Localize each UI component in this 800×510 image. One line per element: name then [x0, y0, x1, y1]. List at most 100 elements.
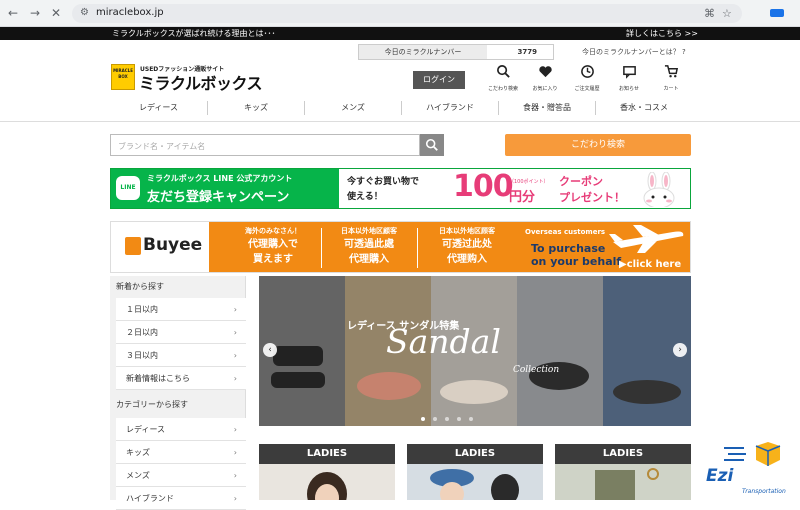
carousel-dot[interactable] — [457, 417, 461, 421]
buyee-col-small: 海外のみなさん！ — [245, 227, 301, 235]
card-label: LADIES — [407, 444, 543, 464]
advanced-search-button[interactable]: こだわり検索 — [505, 134, 691, 156]
chevron-right-icon: › — [233, 305, 237, 314]
sidebar-item-mens[interactable]: メンズ › — [116, 464, 246, 487]
star-icon[interactable]: ☆ — [722, 7, 732, 20]
sidebar-item-label: ２日以内 — [126, 328, 158, 337]
buyee-overseas: Overseas customers — [525, 228, 606, 236]
back-icon[interactable]: ← — [6, 6, 20, 20]
hero-carousel[interactable]: レディース サンダル特集 Sandal Collection ‹ › — [259, 276, 691, 426]
carousel-prev-button[interactable]: ‹ — [263, 343, 277, 357]
search-icon — [484, 64, 522, 83]
heart-icon — [526, 64, 564, 83]
stop-icon[interactable]: ✕ — [49, 6, 63, 20]
sidebar-item-2day[interactable]: ２日以内 › — [116, 321, 246, 344]
header-icon-label: ご注文履歴 — [574, 86, 600, 92]
sidebar-item-3day[interactable]: ３日以内 › — [116, 344, 246, 367]
buyee-name: Buyee — [143, 235, 203, 255]
ladies-card[interactable]: LADIES — [407, 444, 543, 500]
search-input[interactable]: ブランド名・アイテム名 — [110, 134, 420, 156]
category-ladies[interactable]: レディース — [110, 101, 207, 115]
line-campaign-banner[interactable]: LINE ミラクルボックス LINE 公式アカウント 友だち登録キャンペーン 今… — [110, 168, 691, 209]
announcement-bar: ミラクルボックスが選ばれ続ける理由とは･･･ 詳しくはこちら >> — [0, 27, 800, 40]
miracle-number: 今日のミラクルナンバー 3779 — [358, 44, 554, 60]
buyee-col-big: 代理購入 — [349, 254, 389, 265]
hero-subtitle: Collection — [513, 365, 560, 375]
carousel-dot[interactable] — [421, 417, 425, 421]
card-photo — [407, 464, 543, 500]
sidebar-item-label: メンズ — [126, 471, 150, 480]
hero-script-title: Sandal — [386, 322, 501, 361]
header-news-link[interactable]: お知らせ — [610, 64, 648, 92]
carousel-dot[interactable] — [469, 417, 473, 421]
buyee-col-big: 代理購入で — [248, 239, 298, 250]
header-cart-link[interactable]: カート — [652, 64, 690, 92]
category-cosmetics[interactable]: 香水・コスメ — [595, 101, 692, 115]
line-title: ミラクルボックス LINE 公式アカウント — [147, 174, 293, 183]
category-mens[interactable]: メンズ — [304, 101, 401, 115]
carousel-dot[interactable] — [445, 417, 449, 421]
header-search-link[interactable]: こだわり検索 — [484, 64, 522, 92]
sidebar-item-label: １日以内 — [126, 305, 158, 314]
category-high-brand[interactable]: ハイブランド — [401, 101, 498, 115]
search-icon — [425, 138, 438, 151]
sidebar-header-category: カテゴリーから探す — [116, 400, 188, 409]
login-button[interactable]: ログイン — [413, 71, 465, 89]
header-history-link[interactable]: ご注文履歴 — [568, 64, 606, 92]
header-icon-label: カート — [663, 86, 679, 92]
logo-name[interactable]: ミラクルボックス — [139, 70, 263, 94]
chevron-right-icon: › — [233, 374, 237, 383]
address-bar[interactable]: ⚙ miraclebox.jp ☆ ⌘ — [72, 4, 742, 23]
search-button[interactable] — [420, 134, 444, 156]
buyee-col-big: 可透过此处 — [442, 239, 492, 250]
buyee-banner[interactable]: Buyee 海外のみなさん！ 代理購入で 買えます 日本以外地区顧客 可透過此處… — [110, 221, 691, 273]
card-label: LADIES — [555, 444, 691, 464]
sidebar-item-high-brand[interactable]: ハイブランド › — [116, 487, 246, 510]
miracle-number-help-link[interactable]: 今日のミラクルナンバーとは？ ? — [582, 47, 686, 57]
line-coupon: クーポン — [559, 175, 603, 188]
forward-icon[interactable]: → — [28, 6, 42, 20]
sidebar-item-1day[interactable]: １日以内 › — [116, 298, 246, 321]
sidebar-item-ladies[interactable]: レディース › — [116, 418, 246, 441]
message-icon — [610, 64, 648, 83]
miracle-number-value: 3779 — [517, 48, 537, 56]
extension-icon[interactable] — [770, 9, 784, 17]
category-tableware[interactable]: 食器・贈答品 — [498, 101, 595, 115]
ezi-logo-text: Ezi — [706, 466, 734, 486]
sidebar-item-new-info[interactable]: 新着情報はこちら › — [116, 367, 246, 390]
announcement-link[interactable]: 詳しくはこちら >> — [626, 27, 698, 40]
sidebar: 新着から探す １日以内 › ２日以内 › ３日以内 › 新着情報はこちら › カテゴリー… — [110, 276, 246, 510]
category-nav: レディース キッズ メンズ ハイブランド 食器・贈答品 香水・コスメ — [110, 101, 690, 115]
line-banner-left: LINE ミラクルボックス LINE 公式アカウント 友だち登録キャンペーン — [111, 169, 339, 208]
line-logo: LINE — [116, 176, 140, 200]
sidebar-item-label: 新着情報はこちら — [126, 374, 190, 383]
airplane-icon — [609, 225, 684, 253]
buyee-divider — [321, 228, 322, 268]
line-message-2: 使える！ — [347, 192, 383, 202]
card-label: LADIES — [259, 444, 395, 464]
carousel-dot[interactable] — [433, 417, 437, 421]
site-settings-icon[interactable]: ⚙ — [80, 7, 89, 18]
ladies-card[interactable]: LADIES — [555, 444, 691, 500]
ladies-card[interactable]: LADIES — [259, 444, 395, 500]
cart-icon — [652, 64, 690, 83]
browser-toolbar: ← → ✕ ⚙ miraclebox.jp ☆ ⌘ — [0, 0, 800, 27]
buyee-col-small: 日本以外地区顧客 — [341, 227, 397, 235]
category-kids[interactable]: キッズ — [207, 101, 304, 115]
carousel-next-button[interactable]: › — [673, 343, 687, 357]
logo-badge[interactable]: MIRACLE BOX — [111, 64, 135, 90]
buyee-col-zh-cn: 日本以外地区顾客 可透过此处 代理购入 — [421, 226, 513, 266]
header-divider — [0, 121, 800, 122]
buyee-click-here-link[interactable]: ▶click here — [619, 259, 681, 270]
sidebar-item-kids[interactable]: キッズ › — [116, 441, 246, 464]
line-present: プレゼント！ — [559, 191, 625, 204]
translate-icon[interactable]: ⌘ — [704, 7, 715, 20]
header-icon-label: こだわり検索 — [487, 86, 518, 92]
header-favorites-link[interactable]: お気に入り — [526, 64, 564, 92]
chevron-right-icon: › — [233, 494, 237, 503]
bunny-mascot-icon — [643, 172, 675, 207]
line-subtitle: 友だち登録キャンペーン — [147, 190, 290, 205]
buyee-purchase-1: To purchase — [531, 242, 606, 255]
sidebar-header-new: 新着から探す — [116, 282, 164, 291]
sidebar-item-label: ハイブランド — [126, 494, 174, 503]
